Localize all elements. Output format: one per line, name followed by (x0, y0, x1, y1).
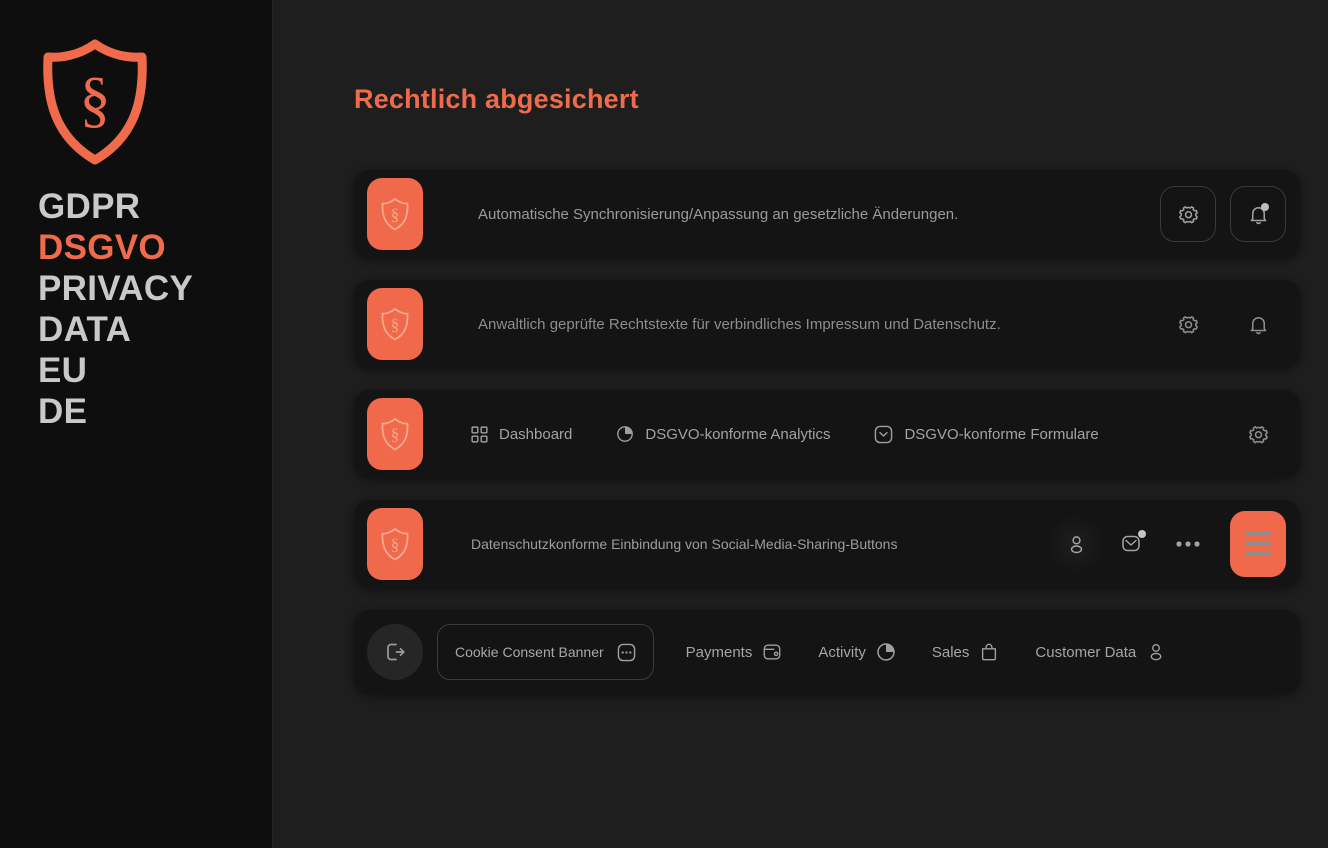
table-row[interactable]: § Datenschutzkonforme Einbindung von Soc… (354, 500, 1300, 588)
bottom-link-payments[interactable]: Payments (686, 642, 783, 662)
card-list: § Automatische Synchronisierung/Anpassun… (354, 170, 1300, 716)
wordmark-item-5: DE (38, 392, 88, 431)
main-content: Rechtlich abgesichert § Automatische Syn… (273, 0, 1328, 848)
bottom-link-label: Payments (685, 643, 753, 661)
pill-label: Cookie Consent Banner (455, 644, 604, 660)
wordmark-item-1: DSGVO (38, 228, 166, 267)
bottom-link-sales[interactable]: Sales (932, 642, 1000, 662)
page-title: Rechtlich abgesichert (354, 84, 639, 114)
shield-paragraph-icon: § (367, 178, 423, 250)
profile-button[interactable] (1045, 513, 1107, 575)
notifications-button[interactable] (1230, 186, 1286, 242)
wordmark-item-4: EU (38, 351, 88, 390)
svg-text:§: § (391, 315, 400, 334)
shield-paragraph-icon: § (367, 398, 423, 470)
bottom-link-label: Sales (931, 643, 970, 661)
dots-square-icon (617, 643, 636, 662)
bottom-link-customer-data[interactable]: Customer Data (1035, 642, 1166, 662)
notifications-button[interactable] (1230, 296, 1286, 352)
sidebar: § GDPR DSGVO PRIVACY DATA EU DE (0, 0, 273, 848)
row-label: Datenschutzkonforme Einbindung von Socia… (471, 536, 898, 552)
shield-paragraph-icon: § (367, 288, 423, 360)
wordmark-item-3: DATA (38, 310, 132, 349)
hamburger-menu-icon[interactable] (1230, 511, 1286, 577)
shield-paragraph-icon: § (367, 508, 423, 580)
nav-item-forms[interactable]: DSGVO-konforme Formulare (874, 425, 1099, 444)
shield-paragraph-logo: § (40, 38, 150, 166)
nav-item-dashboard[interactable]: Dashboard (471, 426, 572, 443)
shopping-bag-icon (979, 642, 999, 662)
svg-text:§: § (391, 205, 400, 224)
nav-item-label: DSGVO-konforme Formulare (904, 425, 1099, 443)
row-label: Automatische Synchronisierung/Anpassung … (478, 205, 959, 223)
wordmark-item-0: GDPR (38, 187, 141, 226)
cookie-consent-banner-button[interactable]: Cookie Consent Banner (437, 624, 654, 680)
bottom-link-label: Activity (818, 643, 866, 661)
more-options-button[interactable] (1160, 516, 1216, 572)
notification-badge (1138, 530, 1146, 538)
menu-lines (1245, 532, 1271, 556)
settings-button[interactable] (1160, 296, 1216, 352)
nav-item-analytics[interactable]: DSGVO-konforme Analytics (616, 425, 830, 443)
logout-icon[interactable] (367, 624, 423, 680)
user-icon (1146, 642, 1166, 662)
messages-button[interactable] (1104, 516, 1160, 572)
grid-icon (471, 425, 488, 443)
settings-button[interactable] (1230, 406, 1286, 462)
pie-chart-icon (876, 642, 896, 662)
svg-text:§: § (391, 425, 400, 444)
table-row[interactable]: § Anwaltlich geprüfte Rechtstexte für ve… (354, 280, 1300, 368)
wallet-icon (762, 642, 782, 662)
bottom-toolbar: Cookie Consent Banner Payments Activity … (354, 610, 1300, 694)
wordmark-list: GDPR DSGVO PRIVACY DATA EU DE (38, 186, 193, 432)
row-nav-group: Dashboard DSGVO-konforme Analytics DSGVO… (471, 425, 1099, 444)
wordmark-item-2: PRIVACY (38, 269, 194, 308)
pie-chart-icon (616, 425, 634, 443)
row-label: Anwaltlich geprüfte Rechtstexte für verb… (478, 315, 1001, 333)
svg-text:§: § (80, 66, 111, 134)
chevron-down-square-icon (874, 425, 893, 444)
nav-item-label: DSGVO-konforme Analytics (645, 425, 831, 443)
svg-text:§: § (391, 535, 400, 554)
bottom-link-label: Customer Data (1035, 643, 1137, 661)
nav-item-label: Dashboard (499, 425, 573, 443)
bottom-links: Payments Activity Sales Customer Data (686, 642, 1167, 662)
notification-badge (1261, 203, 1269, 211)
settings-button[interactable] (1160, 186, 1216, 242)
table-row[interactable]: § Dashboard DSGVO-konforme Analytics DSG… (354, 390, 1300, 478)
table-row[interactable]: § Automatische Synchronisierung/Anpassun… (354, 170, 1300, 258)
bottom-link-activity[interactable]: Activity (818, 642, 896, 662)
